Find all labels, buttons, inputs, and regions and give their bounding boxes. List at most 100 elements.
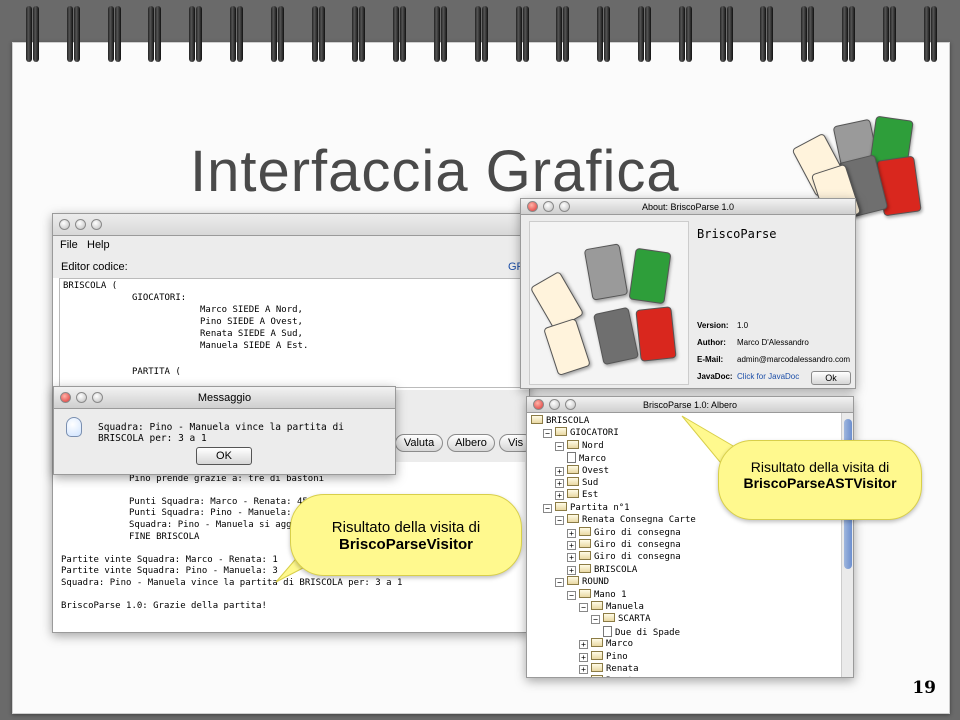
about-row-label: Version: (697, 321, 729, 330)
collapse-icon[interactable]: − (543, 503, 552, 513)
collapse-icon[interactable]: − (555, 578, 564, 588)
code-line: Manuela SIEDE A Est. (200, 341, 309, 351)
tree-node[interactable]: +Renata (579, 663, 639, 675)
albero-button[interactable]: Albero (447, 434, 495, 452)
binding-ring (842, 6, 855, 72)
callout-left-line2: BriscoParseVisitor (339, 536, 473, 553)
tree-node[interactable]: + Giro di consegna (567, 539, 681, 551)
tree-node[interactable]: − Mano 1 (567, 588, 627, 601)
tree-node[interactable]: − Partita n°1 (543, 501, 630, 514)
tree-node[interactable]: + Est (555, 489, 598, 501)
tree-node[interactable]: + Pino (579, 650, 628, 663)
output-line: Pino prende grazie a: tre di bastoni (129, 473, 325, 484)
binding-ring (393, 6, 407, 72)
folder-icon (567, 514, 579, 524)
tree-node-label: Marco (606, 639, 634, 650)
tree-titlebar: BriscoParse 1.0: Albero (527, 397, 853, 413)
editor-label: Editor codice: (61, 261, 128, 273)
expand-icon[interactable]: + (579, 665, 588, 674)
callout-left-line1: Risultato della visita di (331, 519, 481, 536)
tree-node[interactable]: + Giro di consegna (567, 526, 681, 539)
callout-right-line2: BriscoParseASTVisitor (743, 475, 897, 491)
zoom-icon[interactable] (92, 392, 103, 403)
minimize-icon[interactable] (75, 219, 86, 230)
tree-node-label: ROUND (582, 577, 610, 588)
folder-icon (591, 675, 603, 677)
expand-icon[interactable]: + (579, 640, 588, 650)
minimize-icon[interactable] (549, 399, 560, 410)
tree-node[interactable]: − Renata Consegna Carte (555, 514, 696, 526)
tree-node-label: Sud (582, 478, 599, 488)
folder-icon (579, 551, 591, 561)
folder-icon (591, 663, 603, 672)
expand-icon[interactable]: + (555, 491, 564, 501)
expand-icon[interactable]: + (567, 541, 576, 550)
code-line: PARTITA ( (132, 367, 181, 377)
dialog-message: Squadra: Pino - Manuela vince la partita… (98, 422, 344, 444)
collapse-icon[interactable]: − (591, 615, 600, 625)
menu-file[interactable]: File (60, 239, 78, 251)
binding-ring (26, 6, 39, 72)
tree-node[interactable]: + Sud (555, 477, 598, 489)
expand-icon[interactable]: + (567, 565, 576, 575)
zoom-icon[interactable] (91, 219, 102, 230)
expand-icon[interactable]: + (555, 466, 564, 476)
expand-icon[interactable]: + (579, 652, 588, 662)
tree-node[interactable]: Marco (567, 452, 606, 464)
tree-node[interactable]: − GIOCATORI (543, 427, 619, 439)
tree-node[interactable]: − Nord (555, 439, 604, 452)
tree-node[interactable]: +Renata (579, 675, 639, 677)
tree-node-label: BRISCOLA (546, 416, 590, 426)
close-icon[interactable] (533, 399, 544, 410)
about-row-label: E-Mail: (697, 355, 724, 364)
close-icon[interactable] (60, 392, 71, 403)
about-row-label: JavaDoc: (697, 372, 733, 381)
about-row-label: Author: (697, 338, 726, 347)
close-icon[interactable] (527, 201, 538, 212)
menu-help[interactable]: Help (87, 239, 110, 251)
minimize-icon[interactable] (76, 392, 87, 403)
zoom-icon[interactable] (565, 399, 576, 410)
tree-node[interactable]: + BRISCOLA (567, 563, 638, 576)
tree-node[interactable]: − SCARTA (591, 613, 651, 625)
folder-icon (555, 501, 567, 511)
binding-ring (230, 6, 243, 72)
folder-icon (531, 415, 543, 424)
tree-node[interactable]: + Giro di consegna (567, 551, 681, 563)
code-editor[interactable]: BRISCOLA ( GIOCATORI: Marco SIEDE A Nord… (59, 278, 525, 388)
zoom-icon[interactable] (559, 201, 570, 212)
binding-ring (311, 6, 325, 72)
about-app-name: BriscoParse (697, 227, 777, 241)
tree-node-label: Giro di consegna (594, 552, 681, 563)
minimize-icon[interactable] (543, 201, 554, 212)
tree-node[interactable]: Due di Spade (603, 625, 680, 638)
tree-node[interactable]: BRISCOLA (531, 415, 589, 427)
expand-icon[interactable]: + (567, 528, 576, 538)
binding-ring (474, 6, 488, 72)
close-icon[interactable] (59, 219, 70, 230)
tree-node-label: BRISCOLA (594, 564, 638, 575)
about-ok-button[interactable]: Ok (811, 371, 851, 385)
tree-node[interactable]: − ROUND (555, 576, 609, 588)
about-row-value[interactable]: Click for JavaDoc (737, 372, 799, 381)
valuta-button[interactable]: Valuta (395, 434, 443, 452)
collapse-icon[interactable]: − (555, 516, 564, 526)
expand-icon[interactable]: + (555, 479, 564, 488)
collapse-icon[interactable]: − (567, 590, 576, 600)
collapse-icon[interactable]: − (579, 603, 588, 612)
tree-node[interactable]: − Manuela (579, 601, 644, 613)
tree-node[interactable]: + Ovest (555, 464, 609, 477)
collapse-icon[interactable]: − (555, 441, 564, 451)
spiral-binding (0, 0, 960, 80)
dialog-title: Messaggio (197, 392, 252, 404)
tree-node-label: Marco (579, 454, 607, 465)
callout-right: Risultato della visita di BriscoParseAST… (718, 440, 922, 520)
callout-left: Risultato della visita di BriscoParseVis… (290, 494, 522, 576)
expand-icon[interactable]: + (567, 553, 576, 563)
dialog-ok-button[interactable]: OK (196, 447, 252, 465)
collapse-icon[interactable]: − (543, 429, 552, 439)
tree-node[interactable]: + Marco (579, 638, 633, 650)
binding-ring (148, 6, 162, 72)
folder-icon (567, 489, 579, 499)
